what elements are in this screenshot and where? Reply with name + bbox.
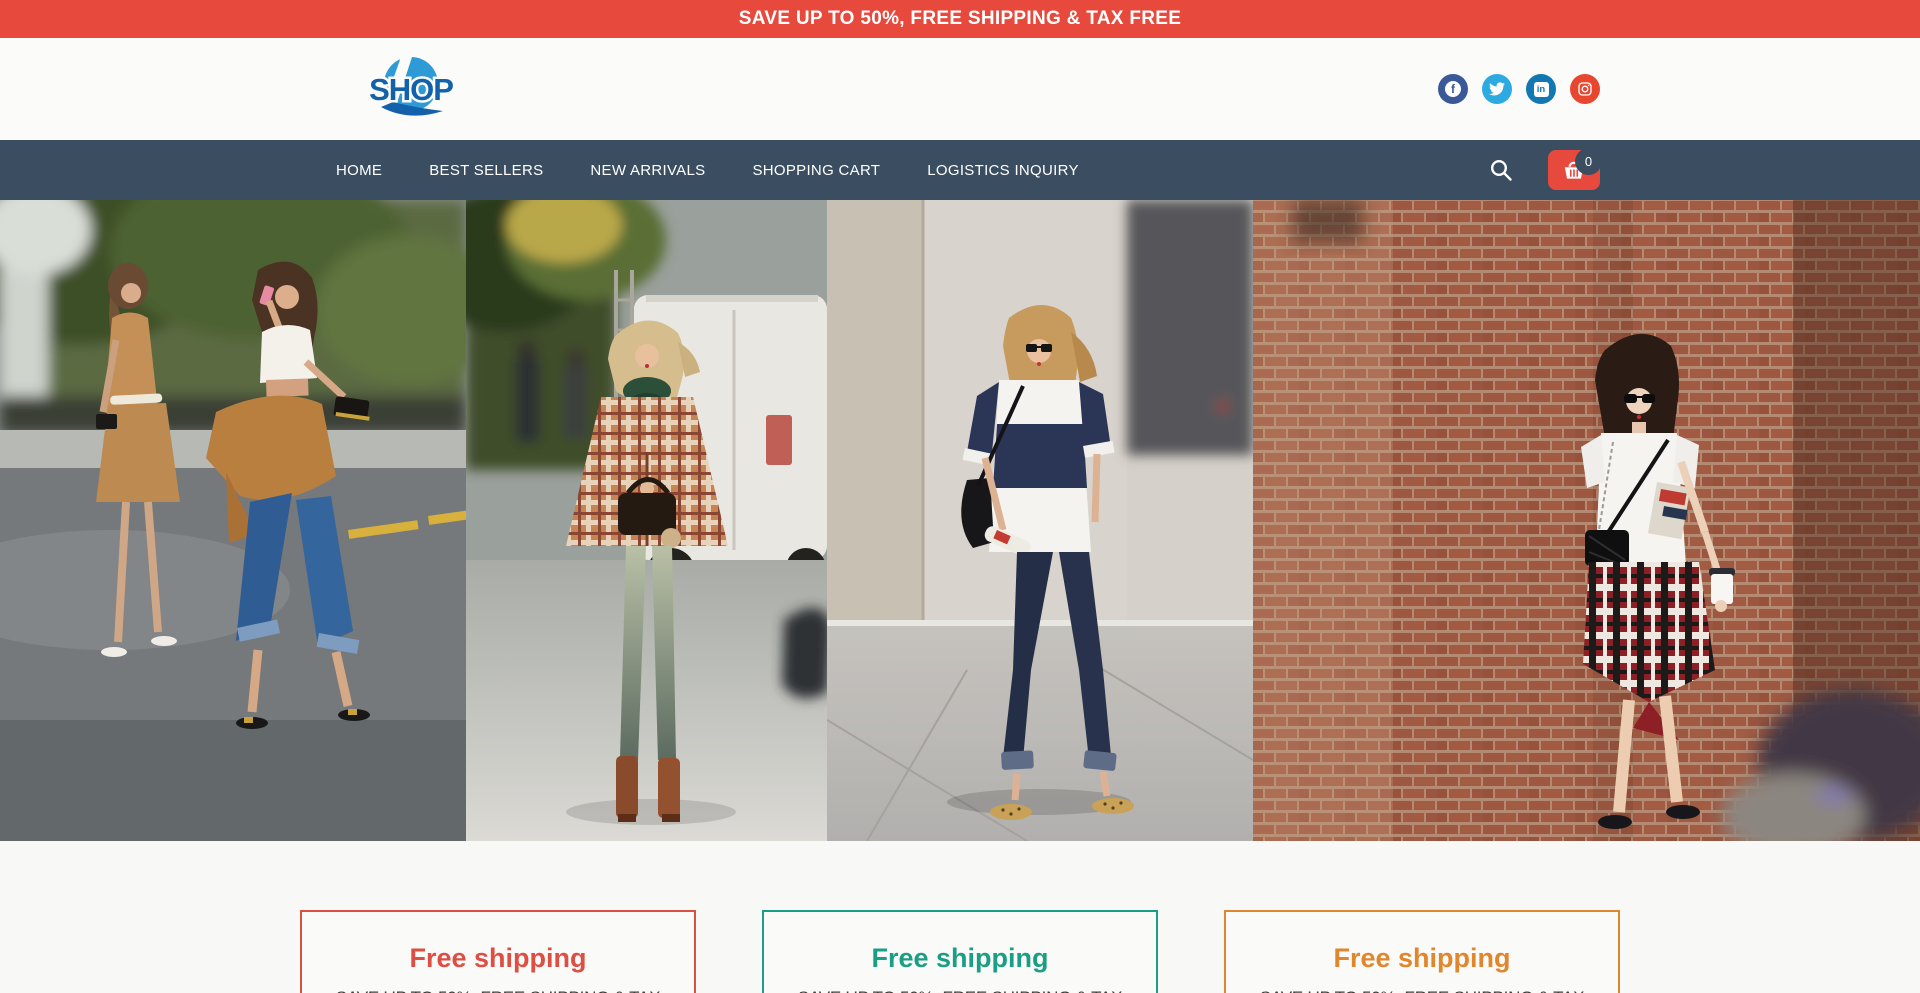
shop-logo[interactable]: SHOP xyxy=(357,56,461,122)
facebook-icon: f xyxy=(1445,81,1461,97)
feature-text: SAVE UP TO 50%, FREE SHIPPING & TAX FREE xyxy=(1244,988,1600,993)
search-icon xyxy=(1488,157,1514,183)
linkedin-link[interactable]: in xyxy=(1526,74,1556,104)
twitter-link[interactable] xyxy=(1482,74,1512,104)
hero-slide-4[interactable] xyxy=(1253,200,1920,841)
nav-item-shopping-cart[interactable]: SHOPPING CART xyxy=(752,162,880,179)
instagram-link[interactable] xyxy=(1570,74,1600,104)
linkedin-icon: in xyxy=(1534,82,1549,97)
nav-menu: HOME BEST SELLERS NEW ARRIVALS SHOPPING … xyxy=(336,162,1079,179)
hero-slide-3[interactable] xyxy=(827,200,1253,841)
feature-text: SAVE UP TO 50%, FREE SHIPPING & TAX FREE xyxy=(320,988,676,993)
search-button[interactable] xyxy=(1488,157,1514,183)
logo-text: SHOP xyxy=(369,72,453,107)
feature-card-1: Free shipping SAVE UP TO 50%, FREE SHIPP… xyxy=(300,910,696,993)
feature-card-3: Free shipping SAVE UP TO 50%, FREE SHIPP… xyxy=(1224,910,1620,993)
facebook-link[interactable]: f xyxy=(1438,74,1468,104)
instagram-icon xyxy=(1577,81,1593,97)
shop-logo-graphic: SHOP xyxy=(357,56,461,122)
site-header: SHOP f in xyxy=(0,38,1920,140)
cart-count-badge: 0 xyxy=(1575,148,1602,175)
feature-text: SAVE UP TO 50%, FREE SHIPPING & TAX FREE xyxy=(782,988,1138,993)
feature-cards: Free shipping SAVE UP TO 50%, FREE SHIPP… xyxy=(300,910,1620,993)
feature-title: Free shipping xyxy=(782,943,1138,974)
main-nav: HOME BEST SELLERS NEW ARRIVALS SHOPPING … xyxy=(0,140,1920,200)
hero-slide-1[interactable] xyxy=(0,200,466,841)
social-links: f in xyxy=(1438,74,1600,104)
nav-item-best-sellers[interactable]: BEST SELLERS xyxy=(429,162,543,179)
feature-title: Free shipping xyxy=(320,943,676,974)
cart-button[interactable]: 0 xyxy=(1548,150,1600,190)
nav-item-new-arrivals[interactable]: NEW ARRIVALS xyxy=(590,162,705,179)
promo-banner-text: SAVE UP TO 50%, FREE SHIPPING & TAX FREE xyxy=(739,8,1181,30)
hero-carousel xyxy=(0,200,1920,841)
twitter-icon xyxy=(1489,81,1505,97)
shop-homepage: SAVE UP TO 50%, FREE SHIPPING & TAX FREE… xyxy=(0,0,1920,993)
promo-banner: SAVE UP TO 50%, FREE SHIPPING & TAX FREE xyxy=(0,0,1920,38)
feature-card-2: Free shipping SAVE UP TO 50%, FREE SHIPP… xyxy=(762,910,1158,993)
hero-slide-2[interactable] xyxy=(466,200,827,841)
nav-item-logistics-inquiry[interactable]: LOGISTICS INQUIRY xyxy=(927,162,1079,179)
nav-item-home[interactable]: HOME xyxy=(336,162,382,179)
feature-title: Free shipping xyxy=(1244,943,1600,974)
